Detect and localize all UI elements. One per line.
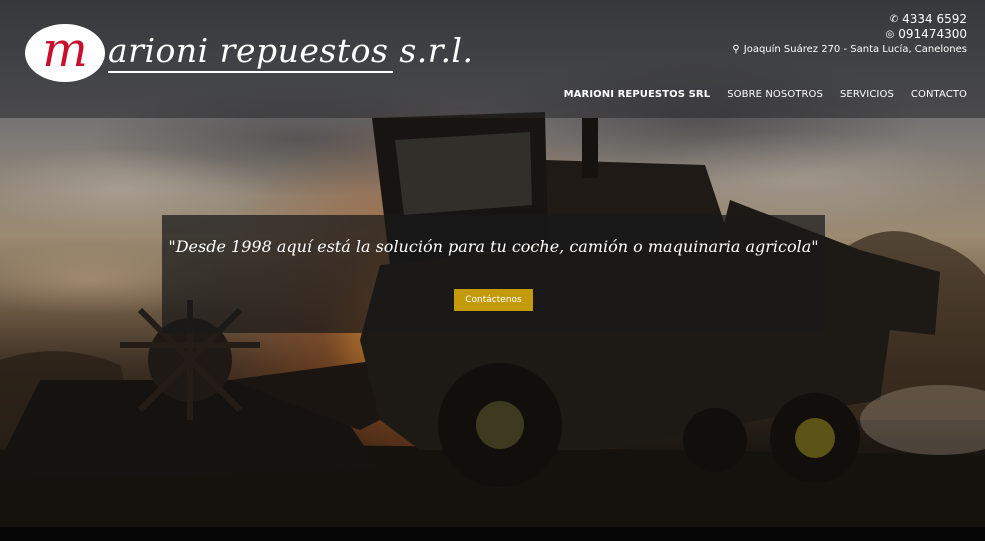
nav-item-servicios[interactable]: SERVICIOS [840,89,894,100]
nav-item-sobre-nosotros[interactable]: SOBRE NOSOTROS [727,89,823,100]
address-row: ⚲ Joaquín Suárez 270 - Santa Lucía, Cane… [732,42,967,57]
hero-section: m arioni repuestos s.r.l. ✆ 4334 6592 ◎ … [0,0,985,527]
address-text: Joaquín Suárez 270 - Santa Lucía, Canelo… [743,44,967,55]
logo-wordmark: arioni repuestos s.r.l. [108,34,473,73]
bottom-edge [0,527,985,541]
map-marker-icon: ⚲ [732,44,740,55]
phone-icon: ✆ [889,14,899,25]
hero-tagline: "Desde 1998 aquí está la solución para t… [168,237,819,256]
logo-emblem: m [25,24,105,82]
nav-item-marioni-repuestos[interactable]: MARIONI REPUESTOS SRL [564,89,711,100]
hero-banner: "Desde 1998 aquí está la solución para t… [162,215,825,333]
logo-letter: m [42,22,88,78]
whatsapp-row[interactable]: ◎ 091474300 [732,27,967,42]
brand-logo[interactable]: m arioni repuestos s.r.l. [25,24,473,82]
whatsapp-number: 091474300 [898,27,967,41]
logo-text: arioni repuestos s.r.l. [108,31,474,70]
whatsapp-icon: ◎ [885,29,895,40]
contact-info: ✆ 4334 6592 ◎ 091474300 ⚲ Joaquín Suárez… [732,12,967,57]
phone-number: 4334 6592 [902,12,967,26]
phone-row[interactable]: ✆ 4334 6592 [732,12,967,27]
nav-item-contacto[interactable]: CONTACTO [911,89,967,100]
main-nav: MARIONI REPUESTOS SRL SOBRE NOSOTROS SER… [564,89,967,100]
logo-underline [108,71,393,73]
contact-us-button[interactable]: Contáctenos [454,289,533,311]
